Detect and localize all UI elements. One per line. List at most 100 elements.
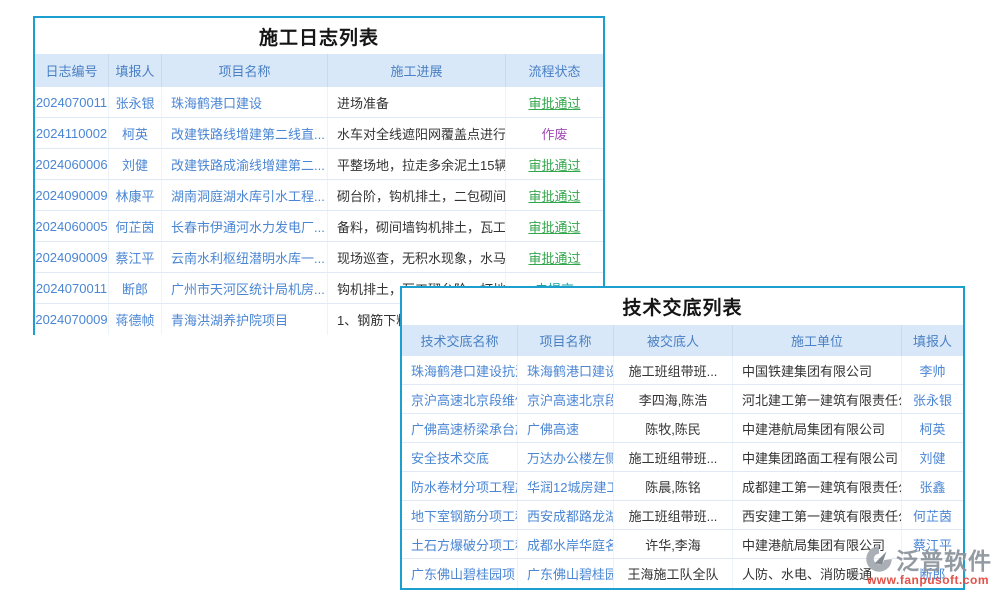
disclosure-reporter-link[interactable]: 张鑫 bbox=[902, 472, 963, 500]
log-project-link[interactable]: 改建铁路线增建第二线直... bbox=[162, 118, 328, 148]
disclosure-unit-text: 中建港航局集团有限公司 bbox=[733, 414, 902, 442]
disclosure-unit-text: 中建集团路面工程有限公司 bbox=[733, 443, 902, 471]
column-header: 填报人 bbox=[902, 325, 963, 356]
disclosure-project-link[interactable]: 万达办公楼左侧A... bbox=[518, 443, 614, 471]
disclosure-unit-text: 中国铁建集团有限公司 bbox=[733, 356, 902, 384]
table-row: 2024110002柯英改建铁路线增建第二线直...水车对全线遮阳网覆盖点进行.… bbox=[35, 118, 603, 149]
disclosure-project-link[interactable]: 京沪高速北京段维修 bbox=[518, 385, 614, 413]
tech-disclosure-header-row: 技术交底名称项目名称被交底人施工单位填报人 bbox=[402, 325, 963, 356]
log-project-link[interactable]: 青海洪湖养护院项目 bbox=[162, 304, 328, 335]
fanpu-logo-icon bbox=[864, 544, 894, 574]
column-header: 施工单位 bbox=[733, 325, 902, 356]
disclosure-reporter-link[interactable]: 柯英 bbox=[902, 414, 963, 442]
log-project-link[interactable]: 湖南洞庭湖水库引水工程... bbox=[162, 180, 328, 210]
disclosure-name-link[interactable]: 珠海鹤港口建设抗浮... bbox=[402, 356, 518, 384]
log-id-link[interactable]: 2024090009 bbox=[35, 180, 109, 210]
log-id-link[interactable]: 2024090009 bbox=[35, 242, 109, 272]
log-progress-text: 水车对全线遮阳网覆盖点进行... bbox=[328, 118, 506, 148]
log-progress-text: 进场准备 bbox=[328, 87, 506, 117]
disclosure-name-link[interactable]: 防水卷材分项工程施... bbox=[402, 472, 518, 500]
disclosure-recipient-text: 施工班组带班... bbox=[614, 356, 733, 384]
column-header: 技术交底名称 bbox=[402, 325, 518, 356]
construction-log-title: 施工日志列表 bbox=[35, 18, 603, 54]
table-row: 广佛高速桥梁承台施...广佛高速陈牧,陈民中建港航局集团有限公司柯英 bbox=[402, 414, 963, 443]
column-header: 项目名称 bbox=[162, 54, 328, 87]
table-row: 2024090009林康平湖南洞庭湖水库引水工程...砌台阶，钩机排土，二包砌间… bbox=[35, 180, 603, 211]
log-project-link[interactable]: 广州市天河区统计局机房... bbox=[162, 273, 328, 303]
log-id-link[interactable]: 2024060006 bbox=[35, 149, 109, 179]
disclosure-name-link[interactable]: 广东佛山碧桂园项目... bbox=[402, 559, 518, 588]
log-reporter-link[interactable]: 断郎 bbox=[109, 273, 162, 303]
disclosure-recipient-text: 施工班组带班... bbox=[614, 443, 733, 471]
disclosure-reporter-link[interactable]: 何芷茵 bbox=[902, 501, 963, 529]
watermark-brand-text: 泛普软件 bbox=[896, 542, 992, 576]
disclosure-name-link[interactable]: 安全技术交底 bbox=[402, 443, 518, 471]
log-progress-text: 现场巡查，无积水现象，水马... bbox=[328, 242, 506, 272]
disclosure-project-link[interactable]: 广东佛山碧桂园项目 bbox=[518, 559, 614, 588]
table-row: 珠海鹤港口建设抗浮...珠海鹤港口建设施工班组带班...中国铁建集团有限公司李帅 bbox=[402, 356, 963, 385]
screen: 施工日志列表 日志编号填报人项目名称施工进展流程状态 2024070011张永银… bbox=[0, 0, 1000, 600]
table-row: 安全技术交底万达办公楼左侧A...施工班组带班...中建集团路面工程有限公司刘健 bbox=[402, 443, 963, 472]
log-status-link[interactable]: 审批通过 bbox=[506, 149, 603, 179]
disclosure-name-link[interactable]: 广佛高速桥梁承台施... bbox=[402, 414, 518, 442]
log-id-link[interactable]: 2024070011 bbox=[35, 273, 109, 303]
disclosure-project-link[interactable]: 广佛高速 bbox=[518, 414, 614, 442]
column-header: 施工进展 bbox=[328, 54, 506, 87]
disclosure-unit-text: 西安建工第一建筑有限责任公司 bbox=[733, 501, 902, 529]
construction-log-header-row: 日志编号填报人项目名称施工进展流程状态 bbox=[35, 54, 603, 87]
table-row: 2024060005何芷茵长春市伊通河水力发电厂...备料，砌间墙钩机排土，瓦工… bbox=[35, 211, 603, 242]
log-progress-text: 平整场地，拉走多余泥土15辆... bbox=[328, 149, 506, 179]
table-row: 2024090009蔡江平云南水利枢纽潜明水库一...现场巡查，无积水现象，水马… bbox=[35, 242, 603, 273]
disclosure-recipient-text: 李四海,陈浩 bbox=[614, 385, 733, 413]
column-header: 日志编号 bbox=[35, 54, 109, 87]
table-row: 京沪高速北京段维修...京沪高速北京段维修李四海,陈浩河北建工第一建筑有限责任公… bbox=[402, 385, 963, 414]
log-reporter-link[interactable]: 蒋德帧 bbox=[109, 304, 162, 335]
disclosure-reporter-link[interactable]: 李帅 bbox=[902, 356, 963, 384]
log-id-link[interactable]: 2024060005 bbox=[35, 211, 109, 241]
log-progress-text: 备料，砌间墙钩机排土，瓦工... bbox=[328, 211, 506, 241]
table-row: 2024070011张永银珠海鹤港口建设进场准备审批通过 bbox=[35, 87, 603, 118]
log-project-link[interactable]: 长春市伊通河水力发电厂... bbox=[162, 211, 328, 241]
watermark-url-text: www.fanpusoft.com bbox=[856, 573, 1000, 587]
log-reporter-link[interactable]: 张永银 bbox=[109, 87, 162, 117]
table-row: 2024060006刘健改建铁路成渝线增建第二...平整场地，拉走多余泥土15辆… bbox=[35, 149, 603, 180]
disclosure-name-link[interactable]: 京沪高速北京段维修... bbox=[402, 385, 518, 413]
disclosure-project-link[interactable]: 珠海鹤港口建设 bbox=[518, 356, 614, 384]
log-id-link[interactable]: 2024110002 bbox=[35, 118, 109, 148]
log-reporter-link[interactable]: 刘健 bbox=[109, 149, 162, 179]
disclosure-recipient-text: 陈晨,陈铭 bbox=[614, 472, 733, 500]
table-row: 防水卷材分项工程施...华润12城房建工...陈晨,陈铭成都建工第一建筑有限责任… bbox=[402, 472, 963, 501]
disclosure-name-link[interactable]: 土石方爆破分项工程... bbox=[402, 530, 518, 558]
log-project-link[interactable]: 改建铁路成渝线增建第二... bbox=[162, 149, 328, 179]
column-header: 被交底人 bbox=[614, 325, 733, 356]
disclosure-recipient-text: 陈牧,陈民 bbox=[614, 414, 733, 442]
log-reporter-link[interactable]: 林康平 bbox=[109, 180, 162, 210]
log-reporter-link[interactable]: 柯英 bbox=[109, 118, 162, 148]
disclosure-recipient-text: 施工班组带班... bbox=[614, 501, 733, 529]
log-id-link[interactable]: 2024070011 bbox=[35, 87, 109, 117]
disclosure-name-link[interactable]: 地下室钢筋分项工程... bbox=[402, 501, 518, 529]
log-reporter-link[interactable]: 何芷茵 bbox=[109, 211, 162, 241]
log-reporter-link[interactable]: 蔡江平 bbox=[109, 242, 162, 272]
log-project-link[interactable]: 云南水利枢纽潜明水库一... bbox=[162, 242, 328, 272]
log-status-link[interactable]: 审批通过 bbox=[506, 180, 603, 210]
disclosure-project-link[interactable]: 华润12城房建工... bbox=[518, 472, 614, 500]
disclosure-recipient-text: 王海施工队全队 bbox=[614, 559, 733, 588]
log-status-link[interactable]: 审批通过 bbox=[506, 211, 603, 241]
tech-disclosure-title: 技术交底列表 bbox=[402, 288, 963, 325]
table-row: 地下室钢筋分项工程...西安成都路龙湖上...施工班组带班...西安建工第一建筑… bbox=[402, 501, 963, 530]
column-header: 流程状态 bbox=[506, 54, 603, 87]
disclosure-project-link[interactable]: 西安成都路龙湖上... bbox=[518, 501, 614, 529]
log-project-link[interactable]: 珠海鹤港口建设 bbox=[162, 87, 328, 117]
disclosure-reporter-link[interactable]: 刘健 bbox=[902, 443, 963, 471]
log-status-link[interactable]: 审批通过 bbox=[506, 87, 603, 117]
disclosure-reporter-link[interactable]: 张永银 bbox=[902, 385, 963, 413]
disclosure-unit-text: 河北建工第一建筑有限责任公司 bbox=[733, 385, 902, 413]
log-status-link[interactable]: 审批通过 bbox=[506, 242, 603, 272]
log-id-link[interactable]: 2024070009 bbox=[35, 304, 109, 335]
log-status-link[interactable]: 作废 bbox=[506, 118, 603, 148]
disclosure-project-link[interactable]: 成都水岸华庭名苑... bbox=[518, 530, 614, 558]
disclosure-unit-text: 成都建工第一建筑有限责任公司 bbox=[733, 472, 902, 500]
fanpusoft-watermark: 泛普软件 www.fanpusoft.com bbox=[856, 542, 1000, 587]
disclosure-recipient-text: 许华,李海 bbox=[614, 530, 733, 558]
